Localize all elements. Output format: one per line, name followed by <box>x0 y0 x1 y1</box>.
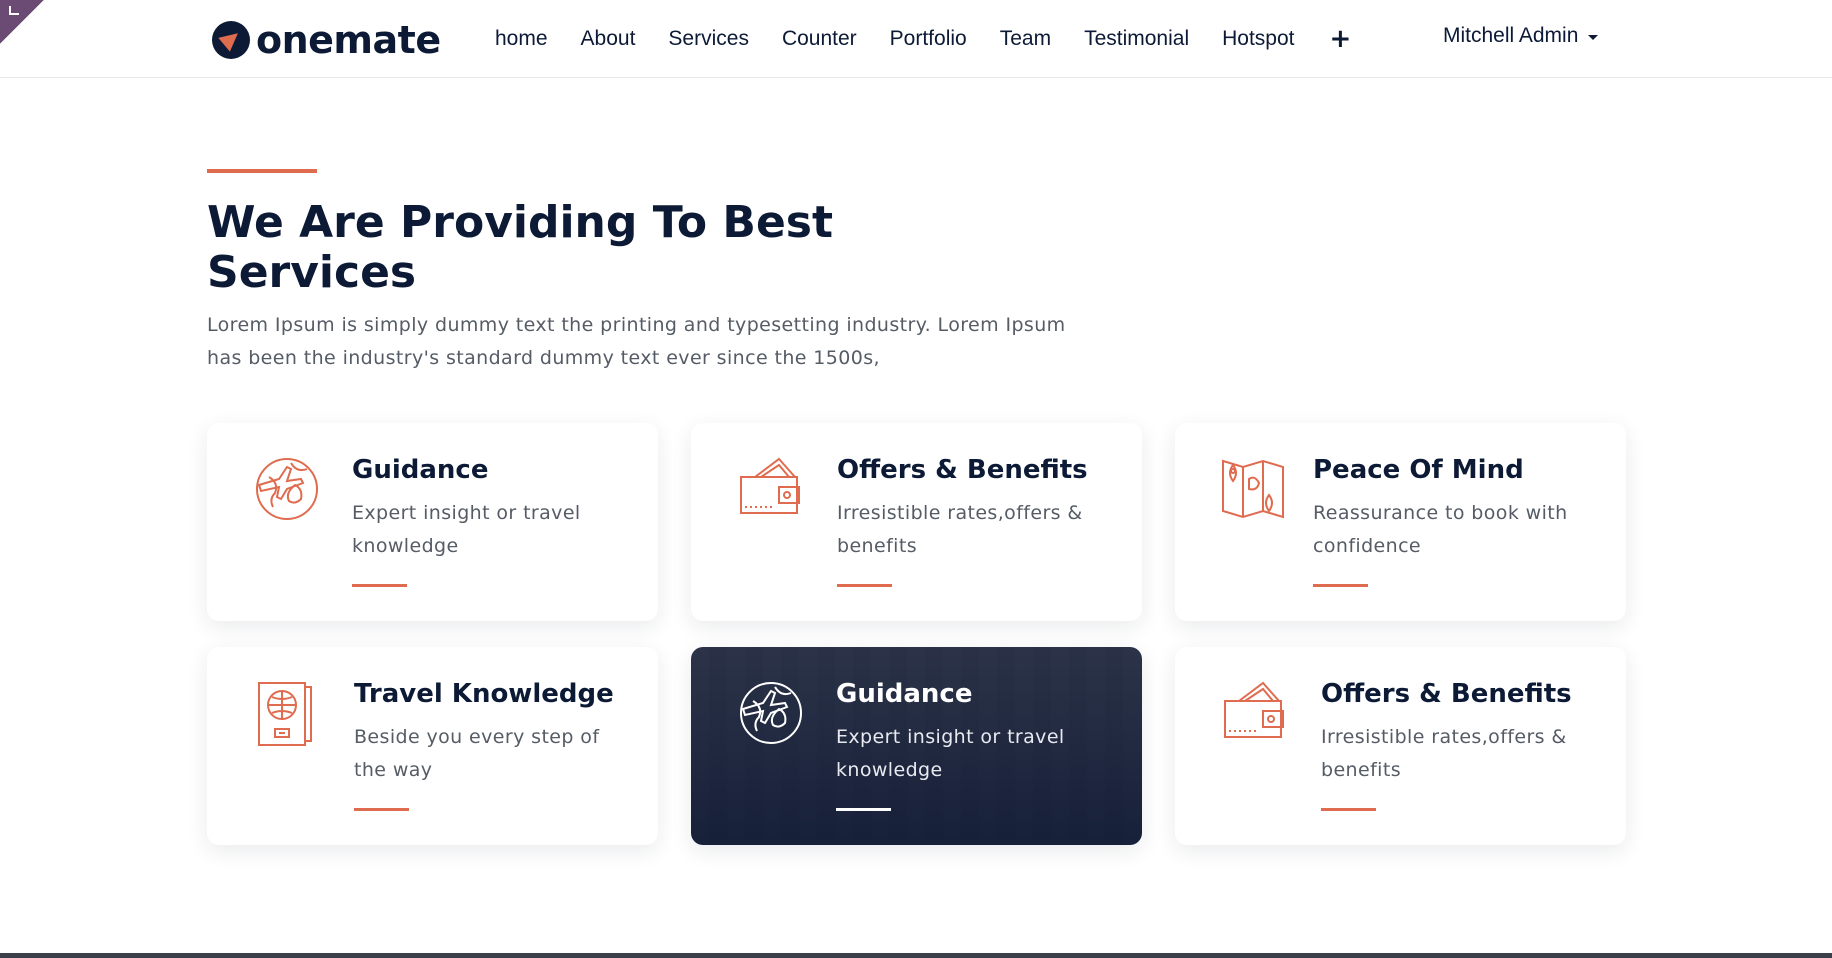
card-underline <box>354 808 409 811</box>
card-underline <box>836 808 891 811</box>
passport-icon <box>258 682 312 746</box>
card-title: Guidance <box>352 455 489 485</box>
wallet-icon <box>1224 681 1284 738</box>
nav-team[interactable]: Team <box>1000 27 1051 51</box>
service-card[interactable]: Offers & Benefits Irresistible rates,off… <box>1175 647 1626 845</box>
nav-portfolio[interactable]: Portfolio <box>890 27 967 51</box>
nav-home[interactable]: home <box>495 27 548 51</box>
card-description: Reassurance to book with confidence <box>1313 502 1568 557</box>
card-title: Guidance <box>836 679 973 709</box>
editor-corner-toggle[interactable] <box>0 0 44 44</box>
card-title: Peace Of Mind <box>1313 455 1524 485</box>
map-pin-icon <box>1222 459 1284 519</box>
add-menu-icon[interactable]: + <box>1330 24 1352 54</box>
globe-plane-icon <box>740 682 802 744</box>
service-card-active[interactable]: Guidance Expert insight or travel knowle… <box>691 647 1142 845</box>
service-card[interactable]: Travel Knowledge Beside you every step o… <box>207 647 658 845</box>
user-menu[interactable]: Mitchell Admin <box>1443 24 1599 48</box>
service-card[interactable]: Offers & Benefits Irresistible rates,off… <box>691 423 1142 621</box>
section-intro: Lorem Ipsum is simply dummy text the pri… <box>207 314 1066 369</box>
card-description: Expert insight or travel knowledge <box>352 502 581 557</box>
site-header: onemate home About Services Counter Port… <box>0 0 1832 78</box>
card-underline <box>837 584 892 587</box>
chevron-down-icon <box>1588 34 1599 40</box>
next-section-edge <box>0 953 1832 958</box>
logo-mark-icon <box>212 21 250 59</box>
brand-name: onemate <box>256 18 441 62</box>
card-title: Travel Knowledge <box>354 679 614 709</box>
service-card[interactable]: Peace Of Mind Reassurance to book with c… <box>1175 423 1626 621</box>
card-underline <box>352 584 407 587</box>
card-underline <box>1313 584 1368 587</box>
wallet-icon <box>740 457 800 514</box>
nav-about[interactable]: About <box>581 27 636 51</box>
card-description: Irresistible rates,offers & benefits <box>1321 726 1567 781</box>
card-description: Beside you every step of the way <box>354 726 600 781</box>
card-underline <box>1321 808 1376 811</box>
nav-testimonial[interactable]: Testimonial <box>1084 27 1189 51</box>
globe-plane-icon <box>256 458 318 520</box>
nav-services[interactable]: Services <box>668 27 749 51</box>
service-card[interactable]: Guidance Expert insight or travel knowle… <box>207 423 658 621</box>
card-description: Expert insight or travel knowledge <box>836 726 1065 781</box>
brand-logo[interactable]: onemate <box>212 18 441 62</box>
main-nav: home About Services Counter Portfolio Te… <box>495 24 1351 54</box>
nav-counter[interactable]: Counter <box>782 27 857 51</box>
nav-hotspot[interactable]: Hotspot <box>1222 27 1294 51</box>
section-accent-bar <box>207 169 317 173</box>
card-description: Irresistible rates,offers & benefits <box>837 502 1083 557</box>
card-title: Offers & Benefits <box>1321 679 1572 709</box>
user-name: Mitchell Admin <box>1443 24 1579 47</box>
card-title: Offers & Benefits <box>837 455 1088 485</box>
section-heading: We Are Providing To Best Services <box>207 197 834 298</box>
